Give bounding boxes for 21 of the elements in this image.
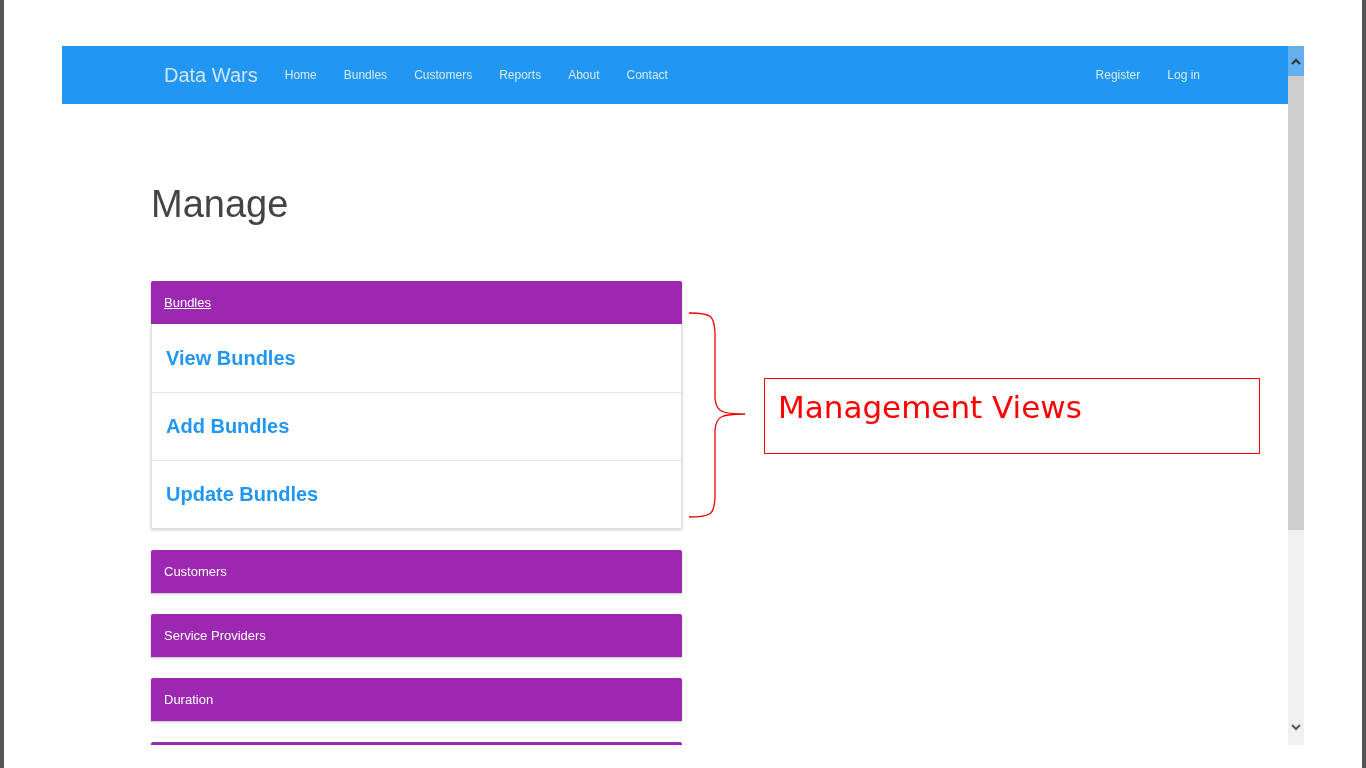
- panel-header[interactable]: Service Providers: [151, 614, 682, 657]
- nav-link[interactable]: About: [568, 68, 600, 82]
- panel-link[interactable]: View Bundles: [152, 324, 681, 392]
- nav-link[interactable]: Contact: [626, 68, 668, 82]
- nav-link[interactable]: Bundles: [343, 68, 388, 82]
- panel-link[interactable]: Update Bundles: [152, 460, 681, 528]
- nav-link[interactable]: Home: [284, 68, 317, 82]
- nav-link[interactable]: Log in: [1167, 68, 1200, 82]
- panel-header[interactable]: Bundles: [151, 281, 682, 324]
- scrollbar-thumb[interactable]: [1288, 76, 1304, 530]
- chevron-down-icon[interactable]: [1291, 724, 1301, 731]
- nav-link[interactable]: Reports: [499, 68, 542, 82]
- panel-link[interactable]: Add Bundles: [152, 392, 681, 460]
- nav-link[interactable]: Register: [1095, 68, 1141, 82]
- page-title: Manage: [151, 182, 290, 226]
- nav-link[interactable]: Customers: [414, 68, 473, 82]
- annotation-box: Management Views: [764, 378, 1260, 454]
- panel-header[interactable]: Customers: [151, 550, 682, 593]
- panel-header[interactable]: Duration: [151, 678, 682, 721]
- brand-link[interactable]: Data Wars: [164, 63, 258, 87]
- chevron-up-icon[interactable]: [1291, 57, 1301, 65]
